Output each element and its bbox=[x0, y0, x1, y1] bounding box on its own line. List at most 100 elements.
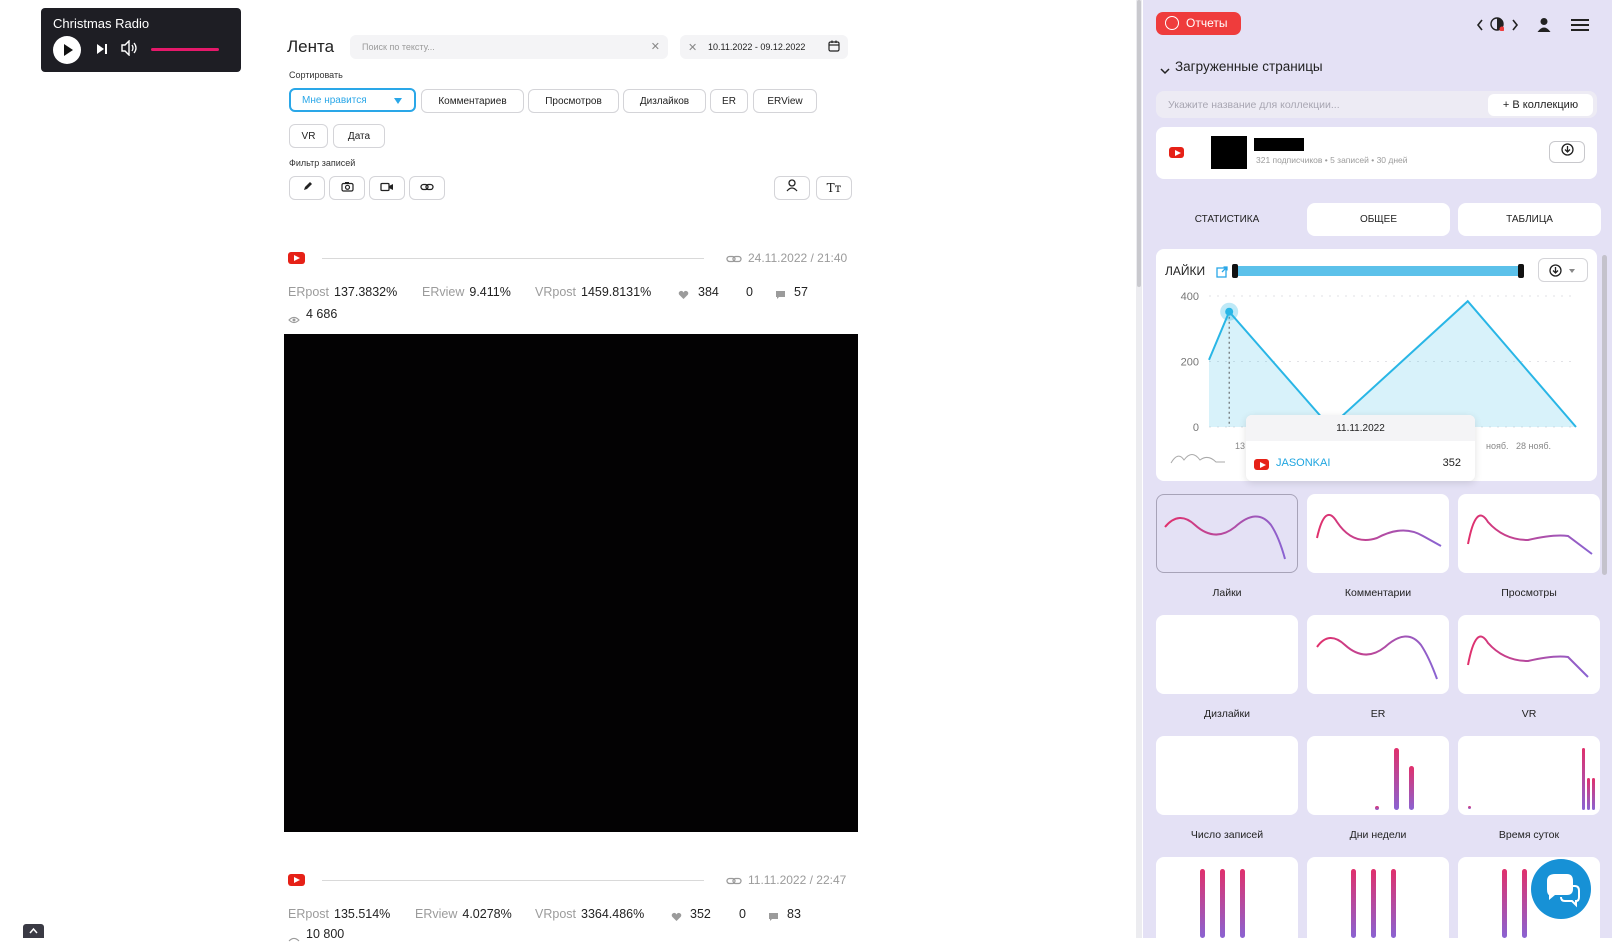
mini-label-vr: VR bbox=[1521, 708, 1537, 720]
link-icon[interactable] bbox=[726, 873, 742, 891]
post-comments: 57 bbox=[794, 285, 808, 299]
sort-er-button[interactable]: ER bbox=[710, 89, 748, 113]
post-likes: 352 bbox=[690, 907, 711, 921]
main-scrollbar[interactable] bbox=[1136, 0, 1142, 938]
clear-search-icon[interactable]: ✕ bbox=[651, 40, 660, 53]
date-range-picker[interactable]: ✕ 10.11.2022 - 09.12.2022 bbox=[680, 35, 848, 59]
filter-link-button[interactable] bbox=[409, 176, 445, 200]
tab-general[interactable]: ОБЩЕЕ bbox=[1307, 203, 1450, 236]
mini-chart-extra-1[interactable] bbox=[1156, 857, 1298, 938]
x-tick-label: 28 нояб. bbox=[1516, 441, 1551, 451]
scroll-top-button[interactable] bbox=[23, 924, 44, 938]
likes-chart-card: ЛАЙКИ 0 200 400 13 нояб. 28 нояб. 11.11.2022 … bbox=[1156, 249, 1597, 481]
mini-label-likes: Лайки bbox=[1212, 587, 1242, 599]
volume-icon[interactable] bbox=[121, 39, 139, 61]
mini-chart-weekdays[interactable] bbox=[1307, 736, 1449, 815]
divider bbox=[322, 880, 704, 881]
post-views: 4 686 bbox=[306, 307, 338, 321]
mini-chart-likes[interactable] bbox=[1156, 494, 1298, 573]
mini-chart-views[interactable] bbox=[1458, 494, 1600, 573]
download-button[interactable] bbox=[1549, 141, 1585, 163]
tab-statistics[interactable]: СТАТИСТИКА bbox=[1156, 203, 1298, 236]
y-tick-label: 200 bbox=[1181, 357, 1199, 369]
calendar-icon[interactable] bbox=[828, 40, 840, 54]
sort-views-button[interactable]: Просмотров bbox=[528, 89, 619, 113]
post-date: 11.11.2022 / 22:47 bbox=[748, 873, 847, 887]
filter-label: Фильтр записей bbox=[289, 158, 356, 168]
reports-button[interactable]: Отчеты bbox=[1156, 12, 1241, 35]
sort-erview-button[interactable]: ERView bbox=[753, 89, 817, 113]
post-erview: ERview 4.0278% bbox=[415, 907, 512, 921]
font-size-button[interactable]: Tт bbox=[816, 176, 852, 200]
y-tick-label: 400 bbox=[1181, 291, 1199, 303]
mini-chart-dislikes[interactable] bbox=[1156, 615, 1298, 694]
mini-label-weekdays: Дни недели bbox=[1349, 829, 1407, 841]
profile-icon[interactable] bbox=[1537, 17, 1551, 37]
post-comments: 83 bbox=[787, 907, 801, 921]
mini-label-dislikes: Дизлайки bbox=[1204, 708, 1250, 720]
mini-chart-vr[interactable] bbox=[1458, 615, 1600, 694]
mini-chart-extra-2[interactable] bbox=[1307, 857, 1449, 938]
post-media[interactable] bbox=[284, 334, 858, 832]
mini-label-posts-count: Число записей bbox=[1190, 829, 1264, 841]
mini-chart-time-of-day[interactable] bbox=[1458, 736, 1600, 815]
filter-author-button[interactable] bbox=[774, 176, 810, 200]
channel-meta: 321 подписчиков • 5 записей • 30 дней bbox=[1256, 155, 1408, 165]
chevron-right-icon[interactable] bbox=[1511, 18, 1519, 36]
sort-vr-button[interactable]: VR bbox=[289, 124, 328, 148]
next-track-icon[interactable] bbox=[96, 42, 108, 60]
youtube-icon bbox=[1169, 147, 1184, 158]
tooltip-series: JASONKAI bbox=[1276, 457, 1331, 469]
chat-button[interactable] bbox=[1531, 859, 1591, 919]
add-to-collection-button[interactable]: + В коллекцию bbox=[1488, 94, 1593, 116]
channel-card[interactable]: 321 подписчиков • 5 записей • 30 дней bbox=[1156, 127, 1597, 179]
sort-dislikes-button[interactable]: Дизлайков bbox=[623, 89, 706, 113]
play-button[interactable] bbox=[53, 36, 81, 64]
heart-icon bbox=[678, 287, 689, 305]
pencil-icon bbox=[302, 179, 313, 197]
mini-label-time-of-day: Время суток bbox=[1498, 829, 1560, 841]
loaded-pages-heading: Загруженные страницы bbox=[1175, 59, 1323, 74]
filter-text-button[interactable] bbox=[289, 176, 325, 200]
mini-label-er: ER bbox=[1370, 708, 1386, 720]
mini-bars-icon bbox=[1200, 869, 1245, 938]
tooltip-date: 11.11.2022 bbox=[1246, 415, 1475, 441]
user-icon bbox=[786, 179, 798, 197]
radio-title: Christmas Radio bbox=[53, 16, 150, 31]
mini-label-comments: Комментарии bbox=[1344, 587, 1412, 599]
panel-scrollbar[interactable] bbox=[1602, 255, 1607, 575]
mini-chart-posts-count[interactable] bbox=[1156, 736, 1298, 815]
theme-toggle-icon[interactable] bbox=[1490, 17, 1505, 36]
filter-photo-button[interactable] bbox=[329, 176, 365, 200]
divider bbox=[322, 258, 704, 259]
mini-bars-icon bbox=[1351, 869, 1396, 938]
mini-wave-icon bbox=[1467, 635, 1589, 678]
heart-icon bbox=[671, 909, 682, 927]
comment-icon bbox=[768, 909, 779, 927]
channel-name-redacted bbox=[1254, 138, 1304, 151]
sort-dropdown[interactable]: Мне нравится bbox=[289, 88, 416, 112]
filter-video-button[interactable] bbox=[369, 176, 405, 200]
volume-slider[interactable] bbox=[151, 48, 219, 51]
post-erview: ERview 9.411% bbox=[422, 285, 511, 299]
text-size-icon: Tт bbox=[826, 181, 842, 195]
tab-table[interactable]: ТАБЛИЦА bbox=[1458, 203, 1601, 236]
chevron-down-icon[interactable] bbox=[1160, 62, 1170, 80]
mini-chart-comments[interactable] bbox=[1307, 494, 1449, 573]
chevron-left-icon[interactable] bbox=[1476, 18, 1484, 36]
search-input[interactable]: Поиск по тексту... ✕ bbox=[350, 35, 668, 59]
sort-date-button[interactable]: Дата bbox=[333, 124, 385, 148]
sort-comments-button[interactable]: Комментариев bbox=[421, 89, 524, 113]
mini-wave-icon bbox=[1316, 513, 1442, 547]
mini-chart-er[interactable] bbox=[1307, 615, 1449, 694]
x-tick-label: 13 bbox=[1235, 441, 1245, 451]
post-date: 24.11.2022 / 21:40 bbox=[748, 251, 848, 265]
link-icon[interactable] bbox=[726, 251, 742, 269]
mini-wave-icon bbox=[1316, 635, 1438, 680]
clear-date-icon[interactable]: ✕ bbox=[688, 41, 697, 54]
menu-icon[interactable] bbox=[1571, 18, 1589, 37]
sort-selected-value: Мне нравится bbox=[302, 94, 367, 106]
data-point[interactable] bbox=[1225, 307, 1234, 316]
y-tick-label: 0 bbox=[1193, 422, 1199, 434]
x-tick-label: нояб. bbox=[1486, 441, 1509, 451]
